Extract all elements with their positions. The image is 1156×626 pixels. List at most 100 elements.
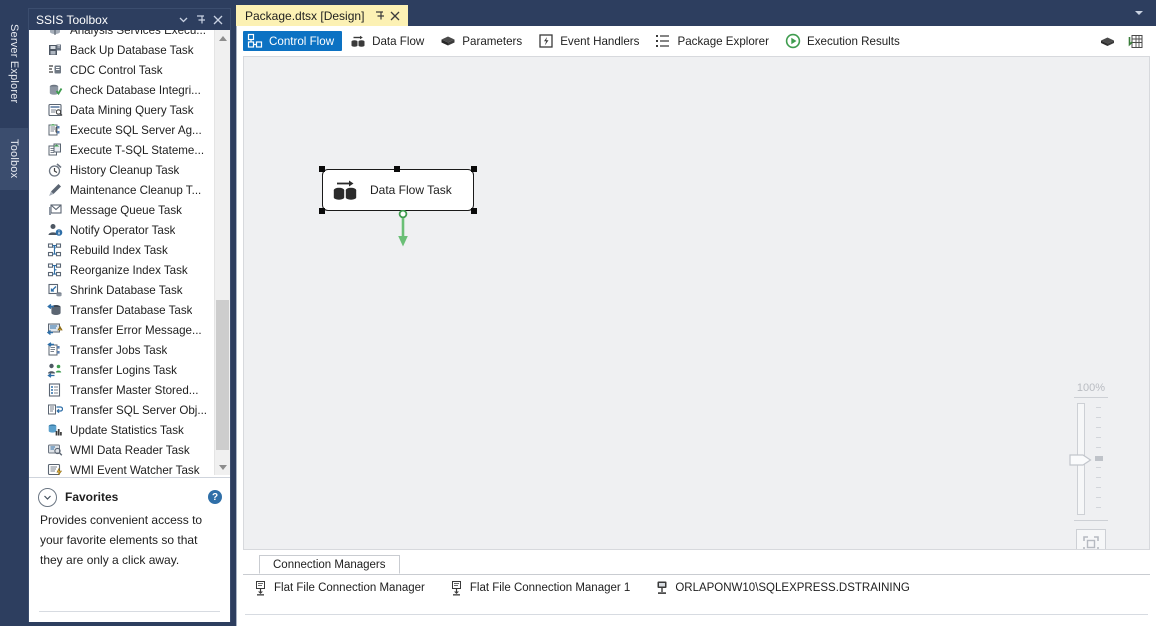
toolbox-item[interactable]: Reorganize Index Task xyxy=(29,260,214,280)
data-mining-query-icon xyxy=(47,102,63,118)
toolbox-item[interactable]: CDC Control Task xyxy=(29,60,214,80)
transfer-database-icon xyxy=(47,302,63,318)
selection-handle-ne[interactable] xyxy=(471,166,477,172)
execute-tsql-icon xyxy=(47,142,63,158)
control-flow-canvas[interactable]: Data Flow Task 100% xyxy=(243,56,1150,550)
toolbox-item[interactable]: Transfer SQL Server Obj... xyxy=(29,400,214,420)
zoom-bottom-divider xyxy=(1074,520,1108,521)
transfer-master-stored-icon xyxy=(47,382,63,398)
message-queue-icon xyxy=(47,202,63,218)
scroll-down-arrow-icon[interactable] xyxy=(215,459,231,475)
connection-managers-divider xyxy=(245,614,1148,615)
toolbox-item-label: CDC Control Task xyxy=(70,63,163,77)
data-flow-task-label: Data Flow Task xyxy=(370,183,452,197)
toolbox-item-label: Shrink Database Task xyxy=(70,283,183,297)
designer-tab-event-handlers[interactable]: Event Handlers xyxy=(534,31,647,51)
toolbox-item[interactable]: Back Up Database Task xyxy=(29,40,214,60)
cdc-control-icon xyxy=(47,62,63,78)
toolbox-item[interactable]: ? Rebuild Index Task xyxy=(29,240,214,260)
toolbox-close-button[interactable] xyxy=(209,11,226,28)
canvas-zoom-widget[interactable]: 100% xyxy=(1067,382,1115,549)
toolbox-pin-button[interactable] xyxy=(192,11,209,28)
toolbox-item[interactable]: Maintenance Cleanup T... xyxy=(29,180,214,200)
toolbox-scrollbar[interactable] xyxy=(214,30,230,475)
toolbox-item-label: Update Statistics Task xyxy=(70,423,184,437)
help-icon[interactable]: ? xyxy=(208,490,222,504)
toolbox-item[interactable]: Update Statistics Task xyxy=(29,420,214,440)
toolbox-item[interactable]: Message Queue Task xyxy=(29,200,214,220)
toolbox-item[interactable]: Transfer Database Task xyxy=(29,300,214,320)
toolbox-item[interactable]: Check Database Integri... xyxy=(29,80,214,100)
precedence-constraint-arrow-icon[interactable] xyxy=(396,209,410,248)
document-tab-close-icon[interactable] xyxy=(387,8,402,23)
toolbox-item[interactable]: Transfer Logins Task xyxy=(29,360,214,380)
selection-handle-se[interactable] xyxy=(471,208,477,214)
toolbox-item-label: Analysis Services Execu... xyxy=(70,30,206,37)
toolbox-item[interactable]: WMI Data Reader Task xyxy=(29,440,214,460)
toolbox-title: SSIS Toolbox xyxy=(36,12,108,27)
toolbox-item-label: Execute T-SQL Stateme... xyxy=(70,143,205,157)
connection-manager-item[interactable]: ORLAPONW10\SQLEXPRESS.DSTRAINING xyxy=(654,580,910,596)
event-handlers-icon xyxy=(538,33,554,49)
toolbox-item[interactable]: Analysis Services Execu... xyxy=(29,30,214,40)
connection-manager-item[interactable]: Flat File Connection Manager 1 xyxy=(449,580,630,596)
toolbox-item[interactable]: WMI Event Watcher Task xyxy=(29,460,214,475)
variables-button[interactable] xyxy=(1124,31,1146,51)
toolbox-dropdown-button[interactable] xyxy=(175,11,192,28)
toolbox-item[interactable]: Execute SQL Server Ag... xyxy=(29,120,214,140)
selection-handle-n[interactable] xyxy=(394,166,400,172)
analysis-services-icon xyxy=(47,30,63,38)
toolbox-item[interactable]: Transfer Master Stored... xyxy=(29,380,214,400)
toolbox-item-list[interactable]: Analysis Services Execu... Back Up Databa… xyxy=(29,30,230,475)
toolbox-header: SSIS Toolbox xyxy=(29,9,230,30)
toolbox-item[interactable]: History Cleanup Task xyxy=(29,160,214,180)
toolbox-item-label: Transfer Master Stored... xyxy=(70,383,199,397)
designer-tab-data-flow[interactable]: Data Flow xyxy=(346,31,432,51)
toolbox-item[interactable]: Notify Operator Task xyxy=(29,220,214,240)
fit-to-window-button[interactable] xyxy=(1076,529,1106,549)
selection-handle-sw[interactable] xyxy=(319,208,325,214)
document-titlebar: Package.dtsx [Design] xyxy=(236,0,1156,26)
selection-handle-nw[interactable] xyxy=(319,166,325,172)
toolbox-item[interactable]: Shrink Database Task xyxy=(29,280,214,300)
designer-tab-package-explorer[interactable]: Package Explorer xyxy=(651,31,777,51)
check-database-integrity-icon xyxy=(47,82,63,98)
history-cleanup-icon xyxy=(47,162,63,178)
zoom-slider-thumb[interactable] xyxy=(1069,452,1093,468)
connection-managers-tab-row: Connection Managers xyxy=(243,555,1150,575)
toolbox-item[interactable]: Transfer Jobs Task xyxy=(29,340,214,360)
vtab-toolbox[interactable]: Toolbox xyxy=(0,128,28,190)
collapse-chevron-icon[interactable] xyxy=(38,487,57,507)
zoom-slider[interactable] xyxy=(1068,403,1114,515)
designer-tab-label: Parameters xyxy=(462,34,523,48)
designer-tab-control-flow[interactable]: Control Flow xyxy=(243,31,343,51)
left-dock-strip: Server Explorer Toolbox xyxy=(0,0,28,626)
toolbox-item[interactable]: Data Mining Query Task xyxy=(29,100,214,120)
parameters-button[interactable] xyxy=(1096,31,1118,51)
tab-connection-managers[interactable]: Connection Managers xyxy=(259,555,400,574)
connection-manager-item[interactable]: Flat File Connection Manager xyxy=(253,580,425,596)
notify-operator-icon xyxy=(47,222,63,238)
connection-managers-panel: Connection Managers Flat File Connection… xyxy=(243,555,1150,621)
toolbox-item-label: Reorganize Index Task xyxy=(70,263,188,277)
scroll-up-arrow-icon[interactable] xyxy=(215,30,231,46)
toolbox-item-label: Back Up Database Task xyxy=(70,43,194,57)
vtab-server-explorer[interactable]: Server Explorer xyxy=(0,12,28,116)
designer-tab-execution-results[interactable]: Execution Results xyxy=(781,31,908,51)
transfer-logins-icon xyxy=(47,362,63,378)
toolbox-item[interactable]: Transfer Error Message... xyxy=(29,320,214,340)
execute-sql-agent-icon xyxy=(47,122,63,138)
document-tab-package-dtsx[interactable]: Package.dtsx [Design] xyxy=(236,5,409,26)
data-flow-task-node[interactable]: Data Flow Task xyxy=(319,166,477,214)
toolbox-item-label: Maintenance Cleanup T... xyxy=(70,183,202,197)
toolbox-scroll-thumb[interactable] xyxy=(216,300,229,450)
toolbox-item-label: Rebuild Index Task xyxy=(70,243,168,257)
document-tab-pin-icon[interactable] xyxy=(372,8,387,23)
favorites-divider xyxy=(39,611,220,612)
document-window-chevron-down-icon[interactable] xyxy=(1132,6,1146,20)
favorites-title: Favorites xyxy=(65,490,119,504)
favorites-info-box: Favorites ? Provides convenient access t… xyxy=(29,477,230,622)
wmi-data-reader-icon xyxy=(47,442,63,458)
toolbox-item[interactable]: Execute T-SQL Stateme... xyxy=(29,140,214,160)
designer-tab-parameters[interactable]: Parameters xyxy=(436,31,530,51)
